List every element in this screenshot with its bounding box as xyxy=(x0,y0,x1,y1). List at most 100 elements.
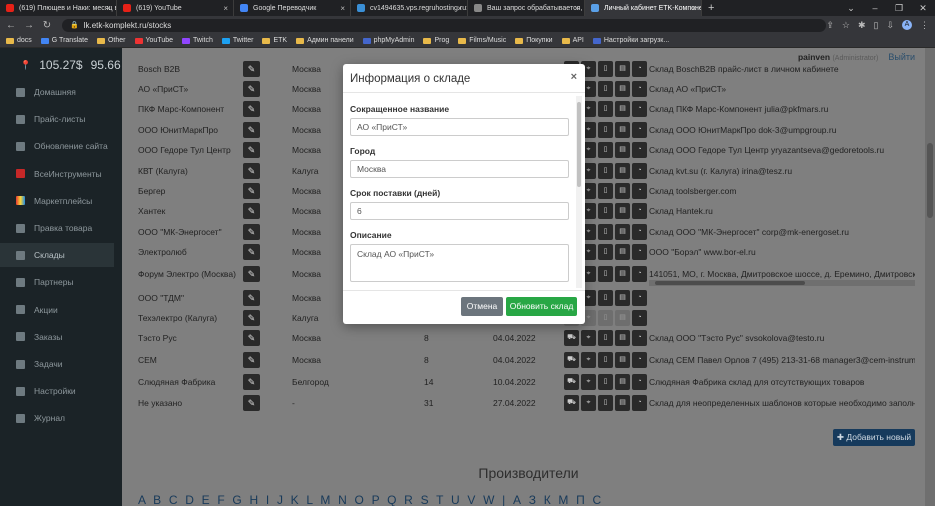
sidebar-item[interactable]: Акции xyxy=(0,298,122,322)
inbox-icon[interactable]: ▤ xyxy=(615,183,630,199)
url-bar[interactable]: 🔒 lk.etk-komplekt.ru/stocks xyxy=(62,18,827,32)
history-icon[interactable]: ◔ xyxy=(632,290,647,306)
sidebar-item[interactable]: Партнеры xyxy=(0,270,122,294)
edit-pencil-icon[interactable]: ✎ xyxy=(243,203,260,219)
bookmark-item[interactable]: G Translate xyxy=(40,37,88,44)
profile-avatar[interactable]: A xyxy=(902,20,912,30)
back-icon[interactable]: ← xyxy=(4,20,18,31)
phone-icon[interactable]: ▯ xyxy=(598,61,613,77)
edit-pencil-icon[interactable]: ✎ xyxy=(243,290,260,306)
maximize-icon[interactable]: ❐ xyxy=(887,0,911,16)
bookmark-item[interactable]: docs xyxy=(6,37,32,44)
producers-alphabet[interactable]: A B C D E F G H I J K L M N O P Q R S T … xyxy=(138,493,603,506)
city-input[interactable]: Москва xyxy=(350,160,569,178)
inbox-icon[interactable]: ▤ xyxy=(615,374,630,390)
inbox-icon[interactable]: ▤ xyxy=(615,163,630,179)
description-textarea[interactable]: Склад АО «ПриСТ» xyxy=(350,244,569,282)
short-name-input[interactable]: АО «ПриСТ» xyxy=(350,118,569,136)
truck-icon[interactable]: ⛟ xyxy=(564,395,579,411)
inbox-icon[interactable]: ▤ xyxy=(615,266,630,282)
history-icon[interactable]: ◔ xyxy=(632,142,647,158)
phone-icon[interactable]: ▯ xyxy=(598,122,613,138)
phone-icon[interactable]: ▯ xyxy=(598,395,613,411)
inbox-icon[interactable]: ▤ xyxy=(615,81,630,97)
history-icon[interactable]: ◔ xyxy=(632,101,647,117)
inbox-icon[interactable]: ▤ xyxy=(615,330,630,346)
close-icon[interactable]: × xyxy=(571,71,577,83)
inbox-icon[interactable]: ▤ xyxy=(615,352,630,368)
location-icon[interactable]: ⌖ xyxy=(581,395,596,411)
browser-tab[interactable]: cv1494635.vps.regruhosting.ru:1... × xyxy=(351,0,468,16)
phone-icon[interactable]: ▯ xyxy=(598,224,613,240)
edit-pencil-icon[interactable]: ✎ xyxy=(243,81,260,97)
phone-icon[interactable]: ▯ xyxy=(598,183,613,199)
history-icon[interactable]: ◔ xyxy=(632,224,647,240)
history-icon[interactable]: ◔ xyxy=(632,203,647,219)
phone-icon[interactable]: ▯ xyxy=(598,374,613,390)
edit-pencil-icon[interactable]: ✎ xyxy=(243,224,260,240)
share-icon[interactable]: ⇪ xyxy=(826,20,834,31)
inbox-icon[interactable]: ▤ xyxy=(615,395,630,411)
edit-pencil-icon[interactable]: ✎ xyxy=(243,330,260,346)
sidebar-item[interactable]: Обновление сайта xyxy=(0,134,122,158)
browser-tab[interactable]: (619) YouTube × xyxy=(117,0,234,16)
phone-icon[interactable]: ▯ xyxy=(598,101,613,117)
sidebar-item[interactable]: Склады xyxy=(0,243,114,268)
edit-pencil-icon[interactable]: ✎ xyxy=(243,101,260,117)
sidebar-item[interactable]: Прайс-листы xyxy=(0,107,122,131)
truck-icon[interactable]: ⛟ xyxy=(564,374,579,390)
forward-icon[interactable]: → xyxy=(22,20,36,31)
history-icon[interactable]: ◔ xyxy=(632,244,647,260)
cancel-button[interactable]: Отмена xyxy=(461,297,503,316)
browser-tab[interactable]: Личный кабинет ETK-Компонент × xyxy=(585,0,702,16)
phone-icon[interactable]: ▯ xyxy=(598,310,613,326)
delivery-days-input[interactable]: 6 xyxy=(350,202,569,220)
minimize-icon[interactable]: – xyxy=(863,0,887,16)
history-icon[interactable]: ◔ xyxy=(632,81,647,97)
sidebar-item[interactable]: ВсеИнструменты xyxy=(0,162,122,186)
bookmark-item[interactable]: API xyxy=(561,37,584,44)
history-icon[interactable]: ◔ xyxy=(632,163,647,179)
browser-tab[interactable]: Google Переводчик × xyxy=(234,0,351,16)
truck-icon[interactable]: ⛟ xyxy=(564,352,579,368)
new-tab-icon[interactable]: + xyxy=(708,0,714,16)
phone-icon[interactable]: ▯ xyxy=(598,290,613,306)
inbox-icon[interactable]: ▤ xyxy=(615,122,630,138)
history-icon[interactable]: ◔ xyxy=(632,122,647,138)
bookmark-item[interactable]: ETK xyxy=(262,37,287,44)
history-icon[interactable]: ◔ xyxy=(632,183,647,199)
sidebar-item[interactable]: Правка товара xyxy=(0,216,122,240)
tab-close-icon[interactable]: × xyxy=(106,4,111,13)
browser-tab[interactable]: (619) Плющев и Наки: месяц в... × xyxy=(0,0,117,16)
inbox-icon[interactable]: ▤ xyxy=(615,224,630,240)
phone-icon[interactable]: ▯ xyxy=(598,163,613,179)
download-icon[interactable]: ⇩ xyxy=(886,20,894,31)
edit-pencil-icon[interactable]: ✎ xyxy=(243,310,260,326)
history-icon[interactable]: ◔ xyxy=(632,61,647,77)
inbox-icon[interactable]: ▤ xyxy=(615,101,630,117)
phone-icon[interactable]: ▯ xyxy=(598,352,613,368)
tab-search-icon[interactable]: ⌄ xyxy=(839,0,863,16)
bookmark-item[interactable]: Twitch xyxy=(182,37,213,44)
close-window-icon[interactable]: ✕ xyxy=(911,0,935,16)
inbox-icon[interactable]: ▤ xyxy=(615,290,630,306)
sidebar-item[interactable]: Маркетплейсы xyxy=(0,189,122,213)
bookmark-star-icon[interactable]: ☆ xyxy=(842,20,850,31)
edit-pencil-icon[interactable]: ✎ xyxy=(243,142,260,158)
bookmark-item[interactable]: Prog xyxy=(423,37,449,44)
tab-close-icon[interactable]: × xyxy=(223,4,228,13)
history-icon[interactable]: ◔ xyxy=(632,374,647,390)
edit-pencil-icon[interactable]: ✎ xyxy=(243,374,260,390)
history-icon[interactable]: ◔ xyxy=(632,352,647,368)
bookmark-item[interactable]: Twitter xyxy=(221,37,253,44)
inbox-icon[interactable]: ▤ xyxy=(615,142,630,158)
browser-tab[interactable]: Ваш запрос обрабатывается, по...× xyxy=(468,0,585,16)
reload-icon[interactable]: ↻ xyxy=(40,20,54,31)
tab-close-icon[interactable]: × xyxy=(574,4,579,13)
edit-pencil-icon[interactable]: ✎ xyxy=(243,61,260,77)
inbox-icon[interactable]: ▤ xyxy=(615,203,630,219)
edit-pencil-icon[interactable]: ✎ xyxy=(243,163,260,179)
edit-pencil-icon[interactable]: ✎ xyxy=(243,352,260,368)
sidebar-item[interactable]: Задачи xyxy=(0,352,122,376)
bookmark-item[interactable]: YouTube xyxy=(134,37,173,44)
